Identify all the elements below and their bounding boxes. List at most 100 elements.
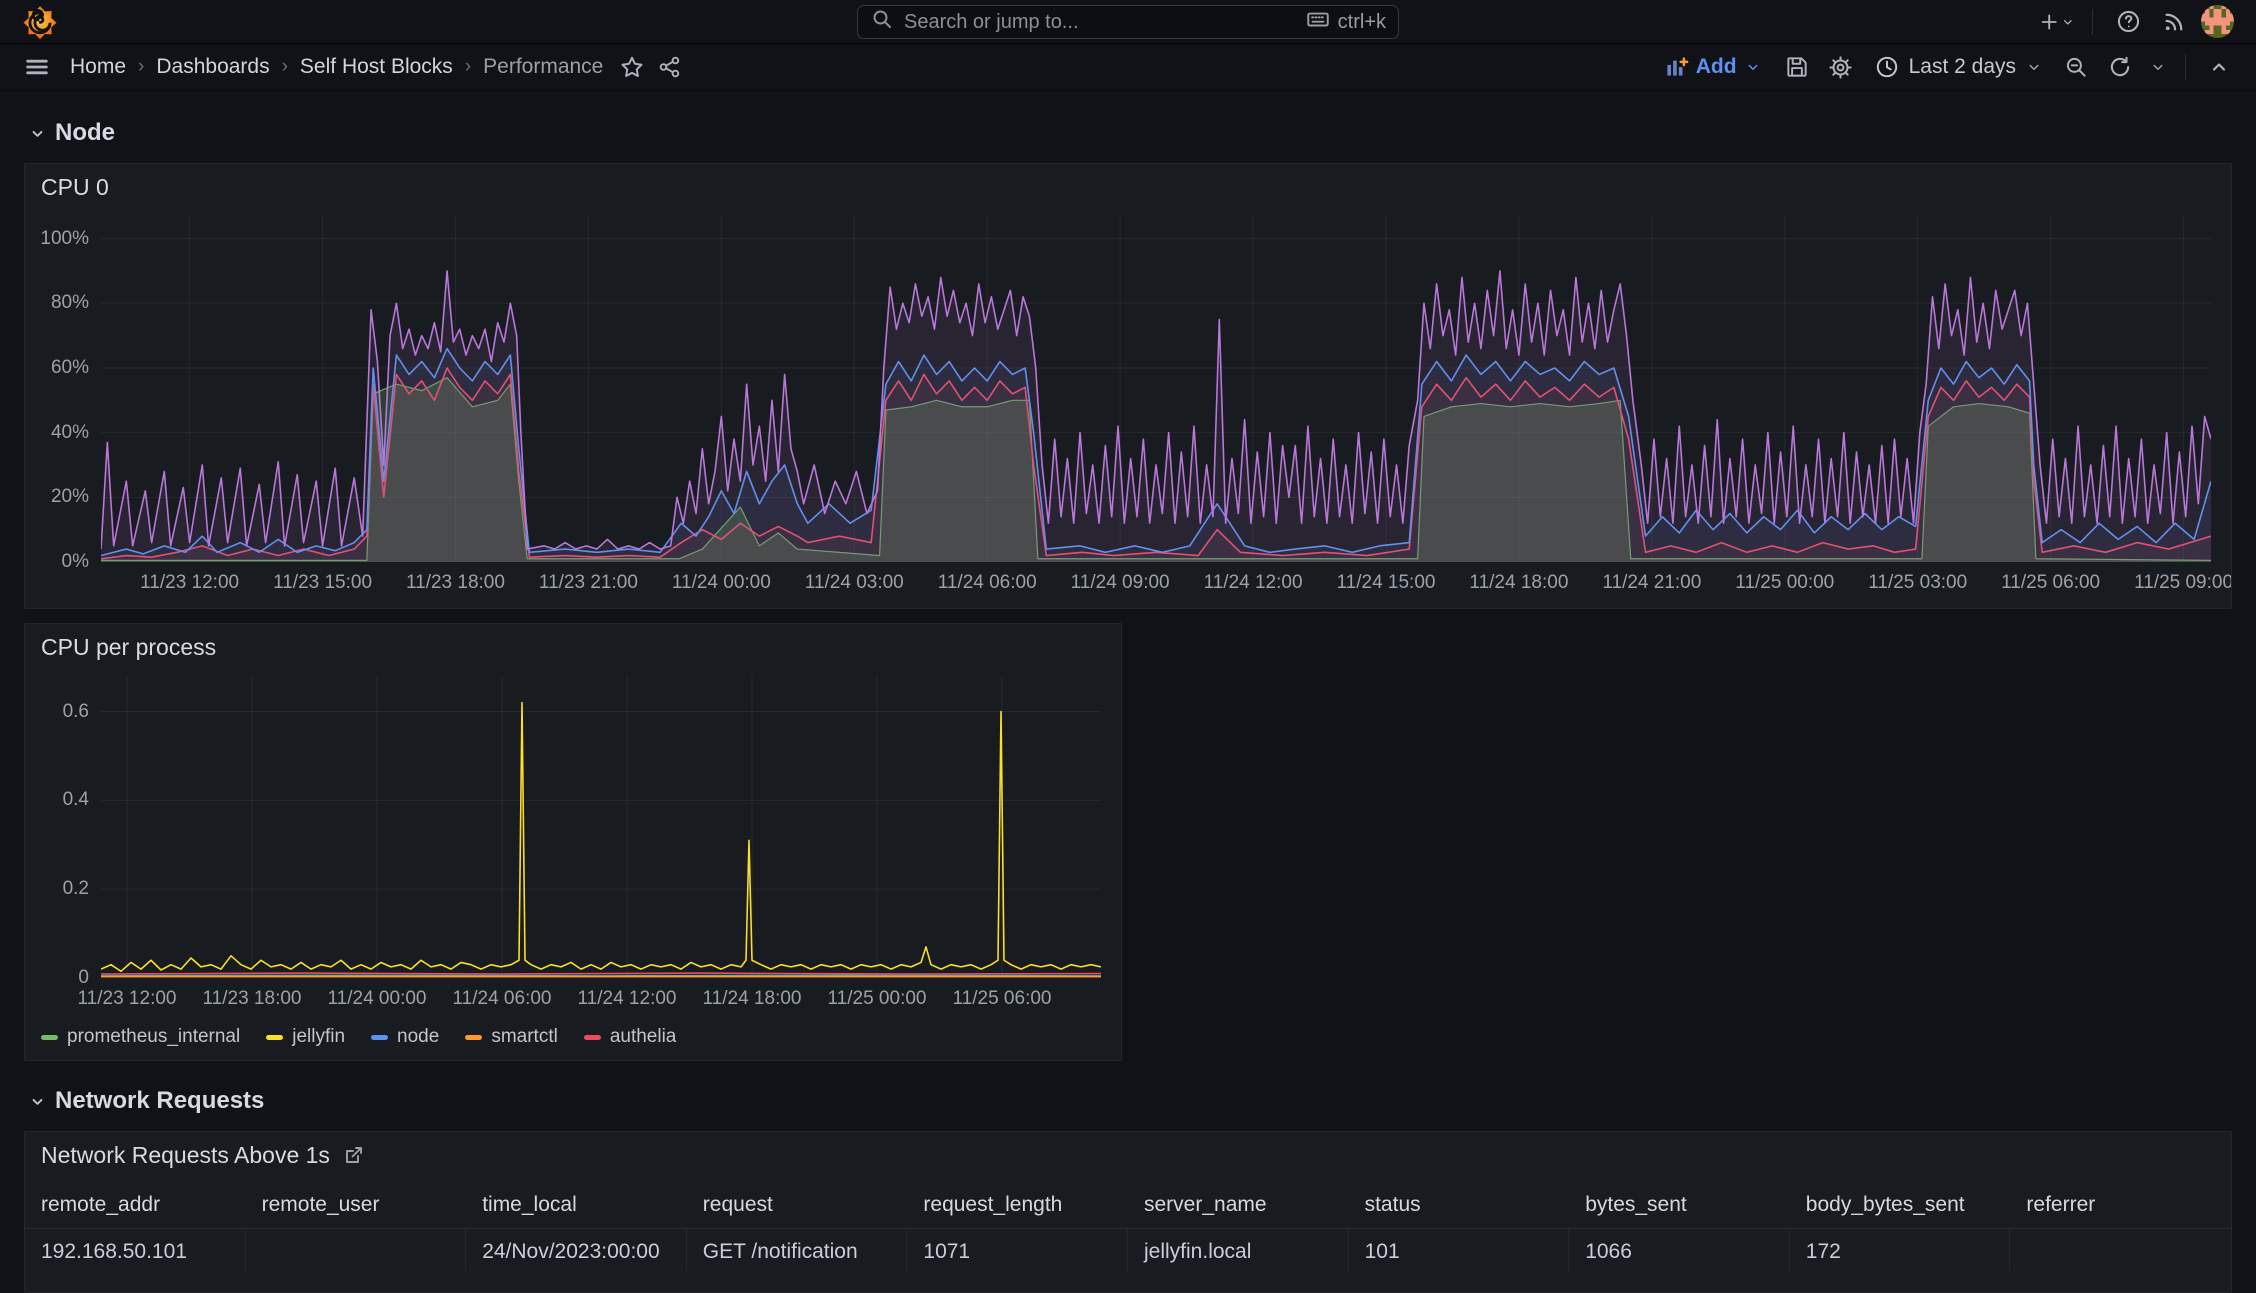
dashboard-settings-button[interactable]: [1822, 49, 1860, 85]
refresh-button[interactable]: [2101, 49, 2139, 85]
panel-title: CPU 0: [41, 173, 109, 200]
column-header[interactable]: referrer: [2010, 1182, 2231, 1228]
legend-item-jellyfin[interactable]: jellyfin: [266, 1026, 345, 1048]
x-axis-labels: 11/23 12:00 11/23 15:00 11/23 18:00 11/23 2…: [140, 572, 2232, 593]
dashboard-content: Node CPU 0 0% 20% 40% 60% 80% 100% 11/23 12:0…: [0, 91, 2256, 1293]
panel-cpu0: CPU 0 0% 20% 40% 60% 80% 100% 11/23 12:00 11/2…: [24, 163, 2232, 609]
chevron-down-icon: [2064, 19, 2073, 25]
table-row: 192.168.50.101 24/Nov/2023:00:00 GET /no…: [25, 1229, 2231, 1271]
mega-menu-button[interactable]: [18, 49, 56, 85]
breadcrumb-folder[interactable]: Self Host Blocks: [300, 55, 453, 79]
global-search[interactable]: ctrl+k: [857, 5, 1399, 39]
column-header[interactable]: remote_user: [246, 1182, 467, 1228]
table-cell: 1066: [1569, 1229, 1790, 1271]
panel-cpu-per-process: CPU per process 0 0.2 0.4 0.6 11/23 12:00 11…: [24, 623, 1122, 1061]
section-header-node[interactable]: Node: [28, 119, 2232, 147]
column-header[interactable]: request_length: [907, 1182, 1128, 1228]
chevron-down-icon: [32, 130, 43, 137]
column-header[interactable]: server_name: [1128, 1182, 1349, 1228]
save-dashboard-button[interactable]: [1778, 49, 1816, 85]
breadcrumb-dashboards[interactable]: Dashboards: [156, 55, 269, 79]
legend-item-prometheus-internal[interactable]: prometheus_internal: [41, 1026, 240, 1048]
favorite-dashboard-button[interactable]: [613, 49, 651, 85]
keyboard-icon: [1305, 6, 1331, 38]
network-requests-table: remote_addr remote_user time_local reque…: [25, 1182, 2231, 1292]
section-title: Network Requests: [55, 1087, 265, 1114]
user-avatar[interactable]: [2201, 5, 2234, 38]
column-header[interactable]: remote_addr: [25, 1182, 246, 1228]
section-header-network-requests[interactable]: Network Requests: [28, 1087, 2232, 1115]
breadcrumb-separator: ›: [138, 56, 145, 77]
news-button[interactable]: [2155, 4, 2193, 40]
legend-swatch: [41, 1034, 58, 1040]
cpu0-chart[interactable]: 0% 20% 40% 60% 80% 100% 11/23 12:00 11/23 15:0…: [25, 210, 2231, 608]
table-cell: 24/Nov/2023:00:00: [466, 1229, 687, 1271]
grafana-logo[interactable]: [22, 4, 58, 40]
plot-area[interactable]: [101, 216, 2211, 562]
panel-title: CPU per process: [41, 633, 217, 660]
new-menu-button[interactable]: [2038, 4, 2076, 40]
panel-network-requests: Network Requests Above 1s remote_addr re…: [24, 1131, 2232, 1293]
search-input[interactable]: [904, 10, 1295, 34]
plot-area[interactable]: [101, 676, 1101, 978]
chevron-down-icon: [32, 1098, 43, 1105]
time-range-label: Last 2 days: [1908, 55, 2016, 78]
column-header[interactable]: request: [687, 1182, 908, 1228]
search-shortcut-label: ctrl+k: [1337, 10, 1386, 33]
breadcrumb-home[interactable]: Home: [70, 55, 126, 79]
breadcrumb-separator: ›: [464, 56, 472, 77]
external-link-icon[interactable]: [342, 1143, 366, 1167]
kiosk-mode-button[interactable]: [2200, 49, 2238, 85]
gear-icon: [1829, 55, 1852, 79]
question-circle-icon: [2117, 10, 2139, 33]
dashboard-toolbar: Home › Dashboards › Self Host Blocks › P…: [0, 44, 2256, 91]
legend-item-smartctl[interactable]: smartctl: [465, 1026, 558, 1048]
zoom-out-time-button[interactable]: [2057, 49, 2095, 85]
panel-title: Network Requests Above 1s: [41, 1141, 330, 1168]
panel-header[interactable]: Network Requests Above 1s: [25, 1132, 2231, 1178]
table-cell: [246, 1229, 467, 1271]
legend-swatch: [266, 1034, 284, 1040]
toolbar-divider: [2185, 54, 2186, 80]
x-axis-labels: 11/23 12:00 11/23 18:00 11/24 00:00 11/24 0…: [77, 988, 1052, 1009]
chevron-down-icon: [2153, 64, 2163, 70]
refresh-icon: [2110, 56, 2130, 77]
hamburger-icon: [26, 59, 48, 75]
add-panel-button[interactable]: Add: [1653, 49, 1772, 85]
legend-item-node[interactable]: node: [371, 1026, 439, 1048]
share-icon: [660, 56, 680, 78]
table-header-row: remote_addr remote_user time_local reque…: [25, 1182, 2231, 1229]
grafana-dashboard: ctrl+k: [0, 0, 2256, 1293]
share-dashboard-button[interactable]: [651, 49, 689, 85]
refresh-interval-dropdown[interactable]: [2145, 49, 2171, 85]
search-shortcut: ctrl+k: [1305, 6, 1386, 38]
star-icon: [621, 56, 643, 77]
save-icon: [1786, 57, 1807, 77]
table-cell: 172: [1790, 1229, 2011, 1271]
panel-header[interactable]: CPU 0: [25, 164, 2231, 210]
column-header[interactable]: bytes_sent: [1569, 1182, 1790, 1228]
table-cell: 101: [1349, 1229, 1570, 1271]
help-button[interactable]: [2109, 4, 2147, 40]
plus-icon: [2041, 14, 2057, 29]
cpu-per-process-chart[interactable]: 0 0.2 0.4 0.6 11/23 12:00 11/23 18:00 11/24 0…: [25, 670, 1121, 1024]
section-title: Node: [55, 119, 115, 146]
rss-icon: [2165, 13, 2182, 31]
breadcrumb-separator: ›: [281, 56, 288, 77]
chevron-down-icon: [2029, 64, 2039, 70]
y-axis-labels: 0% 20% 40% 60% 80% 100%: [40, 227, 89, 572]
nav-divider: [2092, 8, 2093, 35]
top-nav-bar: ctrl+k: [0, 0, 2256, 44]
legend-swatch: [583, 1034, 601, 1040]
legend-item-authelia[interactable]: authelia: [583, 1026, 676, 1048]
clock-icon: [1876, 56, 1897, 78]
panel-header[interactable]: CPU per process: [25, 624, 1121, 670]
chart-legend: prometheus_internal jellyfin node smartc…: [25, 1024, 1121, 1060]
column-header[interactable]: status: [1349, 1182, 1570, 1228]
column-header[interactable]: body_bytes_sent: [1790, 1182, 2011, 1228]
y-axis-labels: 0 0.2 0.4 0.6: [62, 700, 89, 989]
column-header[interactable]: time_local: [466, 1182, 687, 1228]
breadcrumb-current: Performance: [483, 55, 604, 78]
add-panel-label: Add: [1695, 55, 1737, 78]
time-range-picker[interactable]: Last 2 days: [1866, 49, 2051, 85]
